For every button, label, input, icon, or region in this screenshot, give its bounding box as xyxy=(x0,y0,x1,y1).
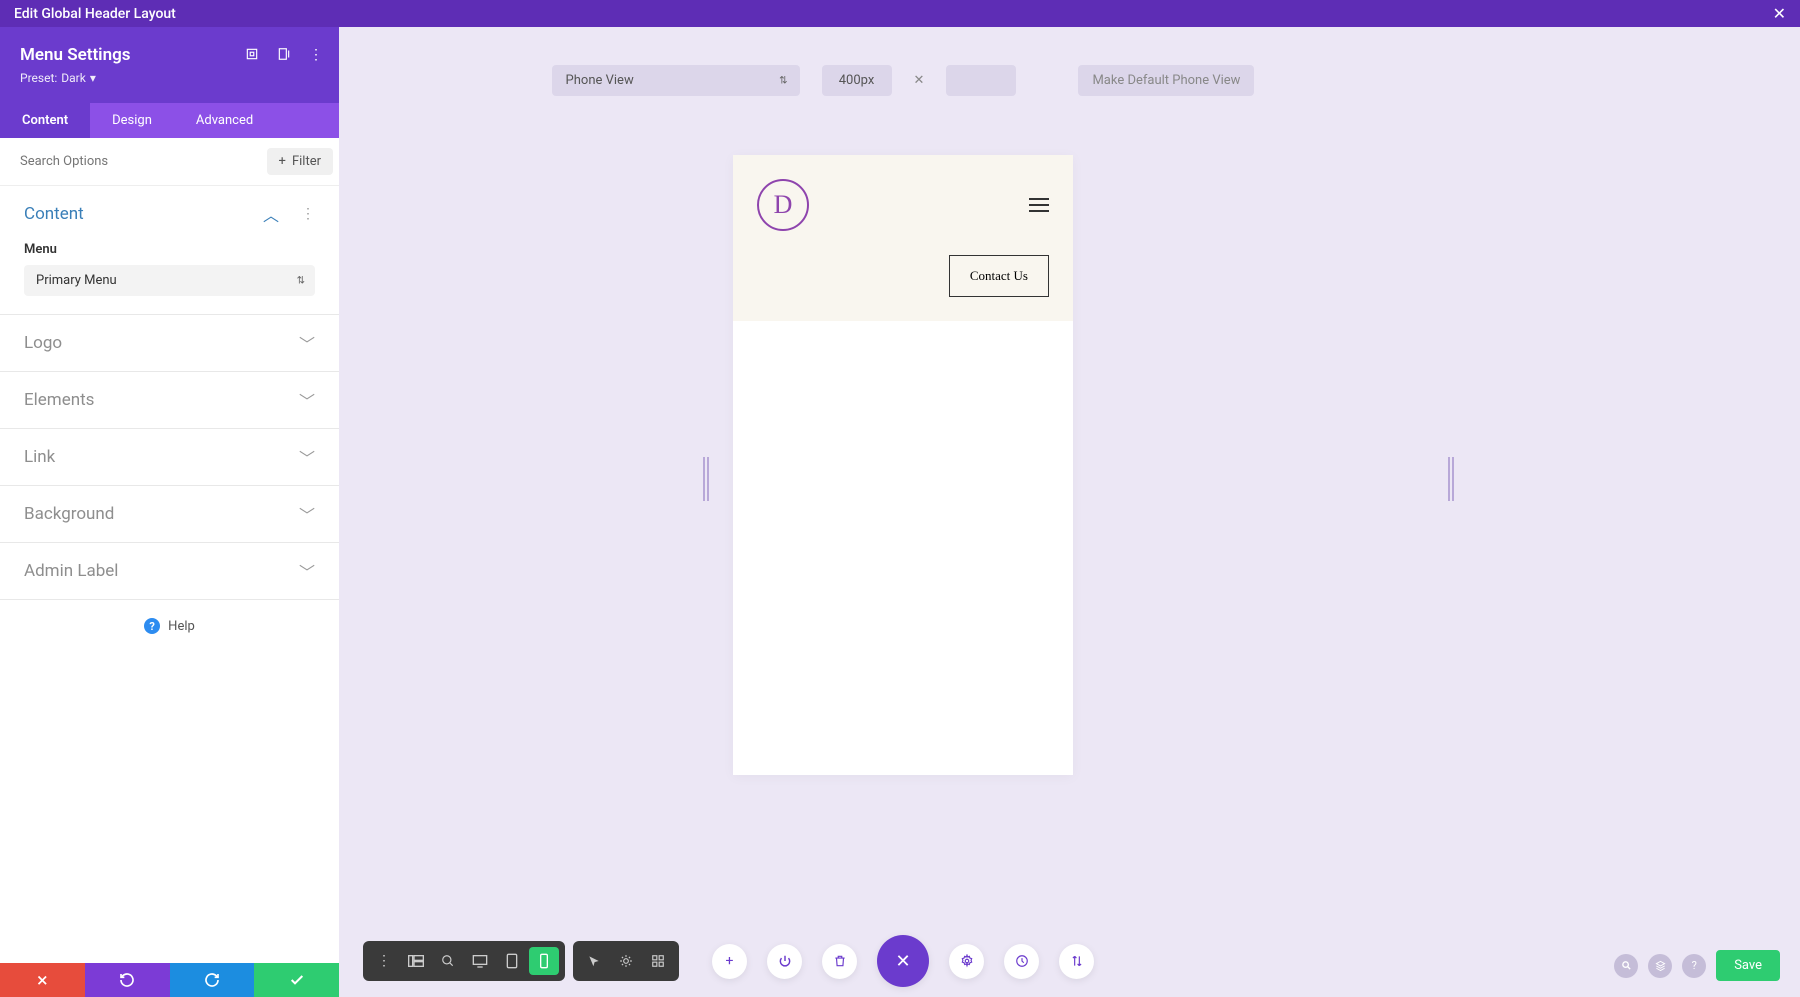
menu-field-label: Menu xyxy=(24,242,315,257)
sections-list: Content ︿ ⋮ Menu Primary Menu ⇅ Logo xyxy=(0,186,339,963)
hamburger-icon[interactable] xyxy=(1029,198,1049,212)
zoom-icon[interactable] xyxy=(433,947,463,975)
tool-group-mode xyxy=(573,941,679,981)
sidebar-header: Menu Settings Preset: Dark ▾ ⋮ xyxy=(0,27,339,103)
kebab-icon[interactable]: ⋮ xyxy=(301,206,315,222)
undo-button[interactable] xyxy=(85,963,170,997)
phone-icon[interactable] xyxy=(529,947,559,975)
tab-content[interactable]: Content xyxy=(0,103,90,138)
hover-mode-icon[interactable] xyxy=(611,947,641,975)
sidebar-footer xyxy=(0,963,339,997)
section-link-header[interactable]: Link ﹀ xyxy=(0,429,339,485)
grid-mode-icon[interactable] xyxy=(643,947,673,975)
section-adminlabel-header[interactable]: Admin Label ﹀ xyxy=(0,543,339,599)
delete-button[interactable] xyxy=(822,944,857,979)
help-mini-button[interactable]: ? xyxy=(1682,954,1706,978)
close-icon[interactable]: ✕ xyxy=(1773,4,1786,23)
bottom-toolbar: ⋮ xyxy=(363,941,679,981)
page-title: Edit Global Header Layout xyxy=(14,6,176,22)
dimension-x: ✕ xyxy=(914,73,925,88)
layers-mini-button[interactable] xyxy=(1648,954,1672,978)
preset-selector[interactable]: Preset: Dark ▾ xyxy=(20,71,319,85)
section-title: Link xyxy=(24,447,55,467)
add-button[interactable]: + xyxy=(712,944,747,979)
section-title: Content xyxy=(24,204,84,224)
chevron-down-icon: ﹀ xyxy=(299,502,315,526)
kebab-icon[interactable]: ⋮ xyxy=(369,947,399,975)
logo[interactable]: D xyxy=(757,179,809,231)
tabs-row: Content Design Advanced xyxy=(0,103,339,138)
tablet-icon[interactable] xyxy=(497,947,527,975)
power-button[interactable] xyxy=(767,944,802,979)
contact-wrap: Contact Us xyxy=(733,255,1073,321)
section-logo-header[interactable]: Logo ﹀ xyxy=(0,315,339,371)
section-content-header[interactable]: Content ︿ ⋮ xyxy=(0,186,339,242)
responsive-icon[interactable] xyxy=(245,47,259,63)
cancel-button[interactable] xyxy=(0,963,85,997)
save-button[interactable]: Save xyxy=(1716,950,1780,981)
filter-label: Filter xyxy=(292,154,321,169)
menu-select[interactable]: Primary Menu xyxy=(24,265,315,296)
tool-group-view: ⋮ xyxy=(363,941,565,981)
chevron-up-icon: ︿ xyxy=(263,202,279,226)
section-title: Elements xyxy=(24,390,94,410)
preview-header: D xyxy=(733,155,1073,255)
help-icon: ? xyxy=(144,618,160,634)
make-default-button[interactable]: Make Default Phone View xyxy=(1078,65,1254,96)
view-mode-select[interactable]: Phone View xyxy=(552,65,800,96)
swap-button[interactable] xyxy=(1059,944,1094,979)
settings-button[interactable] xyxy=(949,944,984,979)
section-title: Logo xyxy=(24,333,62,353)
view-mode-label: Phone View xyxy=(566,73,634,88)
chevron-down-icon: ﹀ xyxy=(299,445,315,469)
chevron-down-icon: ﹀ xyxy=(299,559,315,583)
search-row: + Filter xyxy=(0,138,339,186)
search-input[interactable] xyxy=(20,146,267,177)
filter-button[interactable]: + Filter xyxy=(267,148,333,175)
settings-sidebar: Menu Settings Preset: Dark ▾ ⋮ Content D… xyxy=(0,27,339,997)
section-elements-header[interactable]: Elements ﹀ xyxy=(0,372,339,428)
desktop-icon[interactable] xyxy=(465,947,495,975)
confirm-button[interactable] xyxy=(254,963,339,997)
chevron-down-icon: ﹀ xyxy=(299,331,315,355)
main-area: Phone View ⇅ ✕ Make Default Phone View D… xyxy=(339,27,1467,997)
section-content-body: Menu Primary Menu ⇅ xyxy=(0,242,339,314)
close-panel-button[interactable]: ✕ xyxy=(877,935,929,987)
action-circles: + ✕ xyxy=(712,935,1094,987)
preset-value: Dark xyxy=(61,71,86,85)
resize-handle-left[interactable] xyxy=(703,457,711,501)
right-area: ? Save xyxy=(1467,27,1800,997)
contact-button[interactable]: Contact Us xyxy=(949,255,1049,297)
tab-advanced[interactable]: Advanced xyxy=(174,103,275,138)
history-button[interactable] xyxy=(1004,944,1039,979)
preset-label: Preset: xyxy=(20,71,57,85)
kebab-icon[interactable]: ⋮ xyxy=(309,47,323,63)
tab-design[interactable]: Design xyxy=(90,103,174,138)
preview-frame: D Contact Us xyxy=(733,155,1073,775)
redo-button[interactable] xyxy=(170,963,255,997)
section-background-header[interactable]: Background ﹀ xyxy=(0,486,339,542)
width-input[interactable] xyxy=(822,65,892,96)
plus-icon: + xyxy=(279,154,286,169)
resize-handle-right[interactable] xyxy=(1448,457,1456,501)
search-mini-button[interactable] xyxy=(1614,954,1638,978)
click-mode-icon[interactable] xyxy=(579,947,609,975)
help-label: Help xyxy=(168,619,195,634)
view-controls: Phone View ⇅ ✕ Make Default Phone View xyxy=(339,27,1467,116)
section-title: Background xyxy=(24,504,114,524)
wireframe-icon[interactable] xyxy=(401,947,431,975)
right-bottom-controls: ? Save xyxy=(1614,950,1780,981)
section-title: Admin Label xyxy=(24,561,118,581)
height-input[interactable] xyxy=(946,65,1016,96)
hover-icon[interactable] xyxy=(277,47,291,63)
help-row[interactable]: ? Help xyxy=(0,600,339,652)
caret-down-icon: ▾ xyxy=(90,71,96,85)
chevron-down-icon: ﹀ xyxy=(299,388,315,412)
